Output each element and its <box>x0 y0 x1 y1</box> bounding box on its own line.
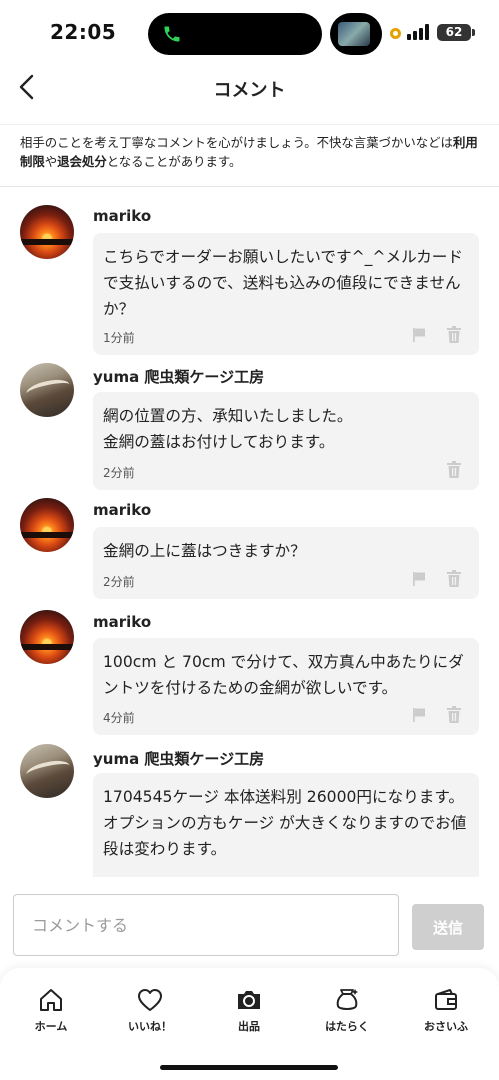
avatar[interactable] <box>20 498 74 552</box>
comment-username[interactable]: mariko <box>93 501 151 519</box>
comment-list[interactable]: mariko こちらでオーダーお願いしたいです^_^メルカードで支払いするので、… <box>0 187 499 877</box>
comment-username[interactable]: yuma 爬虫類ケージ工房 <box>93 366 264 387</box>
comment-text: 100cm と 70cm で分けて、双方真ん中あたりにダントツを付けるための金網… <box>103 653 464 697</box>
tab-label: はたらく <box>325 1020 369 1033</box>
notice-text: 相手のことを考え丁寧なコメントを心がけましょう。不快な言葉づかいなどは <box>20 135 453 150</box>
page-title: コメント <box>213 80 286 101</box>
camera-icon <box>238 991 260 1009</box>
trash-icon[interactable] <box>446 461 462 479</box>
dynamic-island[interactable] <box>148 13 322 55</box>
avatar[interactable] <box>20 205 74 259</box>
comment-bubble: 1704545ケージ 本体送料別 26000円になります。 オプションの方もケー… <box>93 773 479 877</box>
tab-label: おさいふ <box>424 1020 468 1033</box>
tab-home[interactable]: ホーム <box>6 986 96 1038</box>
notice-text: となることがあります。 <box>106 154 242 169</box>
status-time: 22:05 <box>50 20 117 44</box>
home-icon <box>40 989 62 1011</box>
status-bar: 22:05 62 <box>0 0 499 62</box>
comment-timestamp: 2分前 <box>103 575 135 589</box>
comment-bubble: 網の位置の方、承知いたしました。 金網の蓋はお付けしております。 2分前 <box>93 392 479 490</box>
guideline-notice: 相手のことを考え丁寧なコメントを心がけましょう。不快な言葉づかいなどは利用制限や… <box>0 124 499 186</box>
comment-input-row: 送信 <box>0 893 499 957</box>
comment-username[interactable]: yuma 爬虫類ケージ工房 <box>93 748 264 769</box>
wallet-icon <box>435 989 457 1010</box>
bottom-tab-bar: ホーム いいね！ 出品 はたらく おさいふ <box>0 968 499 1080</box>
avatar[interactable] <box>20 610 74 664</box>
avatar[interactable] <box>20 744 74 798</box>
comment-username[interactable]: mariko <box>93 207 151 225</box>
thumbnail-image <box>338 22 370 46</box>
heart-icon <box>138 989 162 1011</box>
comment-bubble: 金網の上に蓋はつきますか？ 2分前 <box>93 527 479 599</box>
comment-timestamp: 1分前 <box>103 331 135 345</box>
send-button[interactable]: 送信 <box>412 904 484 950</box>
recording-indicator-icon <box>390 28 401 39</box>
flag-icon[interactable] <box>411 571 427 587</box>
home-indicator[interactable] <box>160 1065 338 1070</box>
comment-text: 1704545ケージ 本体送料別 26000円になります。 オプションの方もケー… <box>103 788 467 858</box>
tab-likes[interactable]: いいね！ <box>105 986 195 1038</box>
comment-text: 金網の上に蓋はつきますか？ <box>103 542 306 560</box>
comment-bubble: 100cm と 70cm で分けて、双方真ん中あたりにダントツを付けるための金網… <box>93 638 479 735</box>
tab-sell[interactable]: 出品 <box>204 986 294 1038</box>
tab-label: 出品 <box>238 1020 260 1033</box>
flag-icon[interactable] <box>411 707 427 723</box>
comment-bubble: こちらでオーダーお願いしたいです^_^メルカードで支払いするので、送料も込みの値… <box>93 233 479 355</box>
flag-icon[interactable] <box>411 327 427 343</box>
tab-work[interactable]: はたらく <box>302 986 392 1038</box>
trash-icon[interactable] <box>446 326 462 344</box>
notice-text: や <box>44 154 58 169</box>
phone-call-icon <box>164 26 180 42</box>
comment-timestamp: 2分前 <box>103 466 135 480</box>
signal-icon <box>407 24 429 40</box>
tab-label: ホーム <box>34 1020 68 1033</box>
trash-icon[interactable] <box>446 570 462 588</box>
notice-account-deletion: 退会処分 <box>57 154 107 169</box>
battery-indicator: 62 <box>437 24 475 41</box>
header: コメント <box>0 62 499 114</box>
comment-text: こちらでオーダーお願いしたいです^_^メルカードで支払いするので、送料も込みの値… <box>103 248 463 318</box>
trash-icon[interactable] <box>446 706 462 724</box>
comment-timestamp: 4分前 <box>103 711 135 725</box>
money-bag-icon <box>336 989 358 1010</box>
tab-wallet[interactable]: おさいふ <box>401 986 491 1038</box>
media-thumbnail[interactable] <box>330 13 382 55</box>
comment-input[interactable] <box>13 894 399 956</box>
tab-label: いいね！ <box>128 1020 172 1033</box>
comment-username[interactable]: mariko <box>93 613 151 631</box>
avatar[interactable] <box>20 363 74 417</box>
comment-text: 網の位置の方、承知いたしました。 金網の蓋はお付けしております。 <box>103 407 353 451</box>
